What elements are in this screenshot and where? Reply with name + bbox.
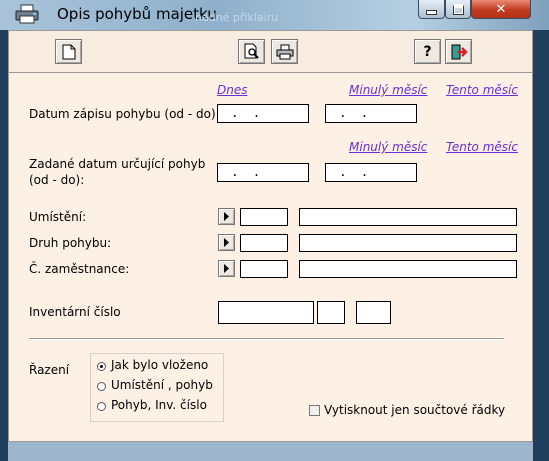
totals-only-checkbox[interactable]: [309, 405, 320, 416]
maximize-button[interactable]: [445, 0, 471, 19]
report-window: Opis pohybů majetku nadné přiklairu ✕ ? …: [0, 0, 549, 461]
sorting-label: Řazení: [29, 363, 70, 377]
employee-name-field: [299, 260, 517, 278]
close-button[interactable]: ✕: [471, 0, 531, 19]
entry-date-from-field[interactable]: . .: [217, 104, 309, 123]
movement-date-from-field[interactable]: . .: [217, 163, 309, 182]
location-name-field: [299, 208, 517, 226]
movement-type-code-field[interactable]: [240, 234, 288, 252]
entry-date-to-field[interactable]: . .: [325, 104, 417, 123]
movement-date-label-cont: (od - do):: [29, 173, 85, 187]
new-document-button[interactable]: [55, 39, 82, 64]
entry-date-label: Datum zápisu pohybu (od - do):: [29, 107, 220, 121]
sort-option-label[interactable]: Umístění , pohyb: [111, 378, 213, 393]
print-icon: [276, 44, 293, 59]
title-bar[interactable]: Opis pohybů majetku nadné přiklairu ✕: [0, 0, 549, 30]
window-title: Opis pohybů majetku: [57, 5, 217, 23]
movement-date-to-field[interactable]: . .: [325, 163, 417, 182]
link-this-month[interactable]: Tento měsíc: [446, 83, 518, 97]
employee-number-label: Č. zaměstnance:: [29, 262, 130, 276]
movement-type-name-field: [299, 234, 517, 252]
print-preview-button[interactable]: [238, 39, 265, 64]
new-document-icon: [62, 44, 75, 59]
sort-option-radio[interactable]: [97, 382, 106, 391]
link-this-month-2[interactable]: Tento měsíc: [446, 140, 518, 154]
movement-type-lookup-button[interactable]: [218, 234, 235, 251]
close-icon: ✕: [495, 1, 507, 17]
minimize-icon: [426, 9, 437, 15]
inventory-number-field-1[interactable]: [218, 301, 314, 324]
sort-option-label[interactable]: Jak bylo vloženo: [111, 358, 208, 373]
sort-option-radio[interactable]: [97, 362, 106, 371]
play-arrow-icon: [224, 212, 229, 221]
location-lookup-button[interactable]: [218, 208, 235, 225]
play-arrow-icon: [224, 264, 229, 273]
maximize-icon: [452, 3, 464, 15]
totals-only-label[interactable]: Vytisknout jen součtové řádky: [324, 403, 505, 418]
help-button[interactable]: ?: [414, 39, 441, 64]
movement-type-label: Druh pohybu:: [29, 236, 112, 250]
printer-app-icon: [13, 4, 43, 24]
sort-option-label[interactable]: Pohyb, Inv. číslo: [111, 398, 207, 413]
background-window-title: nadné přiklairu: [195, 11, 279, 24]
link-last-month-2[interactable]: Minulý měsíc: [349, 140, 427, 154]
sorting-radio-group: Jak bylo vloženo Umístění , pohyb Pohyb,…: [90, 353, 224, 422]
exit-door-icon: [451, 44, 468, 59]
play-arrow-icon: [224, 238, 229, 247]
exit-button[interactable]: [445, 39, 472, 64]
employee-code-field[interactable]: [240, 260, 288, 278]
window-bottom-border: [8, 442, 533, 461]
print-button[interactable]: [271, 39, 298, 64]
inventory-number-field-2[interactable]: [317, 301, 345, 324]
employee-lookup-button[interactable]: [218, 260, 235, 277]
location-label: Umístění:: [29, 210, 87, 224]
filter-panel: Dnes Minulý měsíc Tento měsíc Datum zápi…: [8, 73, 533, 442]
movement-date-label: Zadané datum určující pohyb: [29, 157, 206, 171]
section-divider: [29, 338, 504, 340]
sort-option-radio[interactable]: [97, 402, 106, 411]
inventory-number-field-3[interactable]: [356, 301, 391, 324]
inventory-number-label: Inventární číslo: [29, 305, 121, 319]
toolbar: ?: [8, 30, 533, 73]
link-last-month[interactable]: Minulý měsíc: [349, 83, 427, 97]
print-preview-icon: [244, 43, 259, 59]
minimize-button[interactable]: [418, 0, 445, 19]
help-icon: ?: [423, 43, 432, 60]
link-today[interactable]: Dnes: [217, 83, 247, 97]
location-code-field[interactable]: [240, 208, 288, 226]
